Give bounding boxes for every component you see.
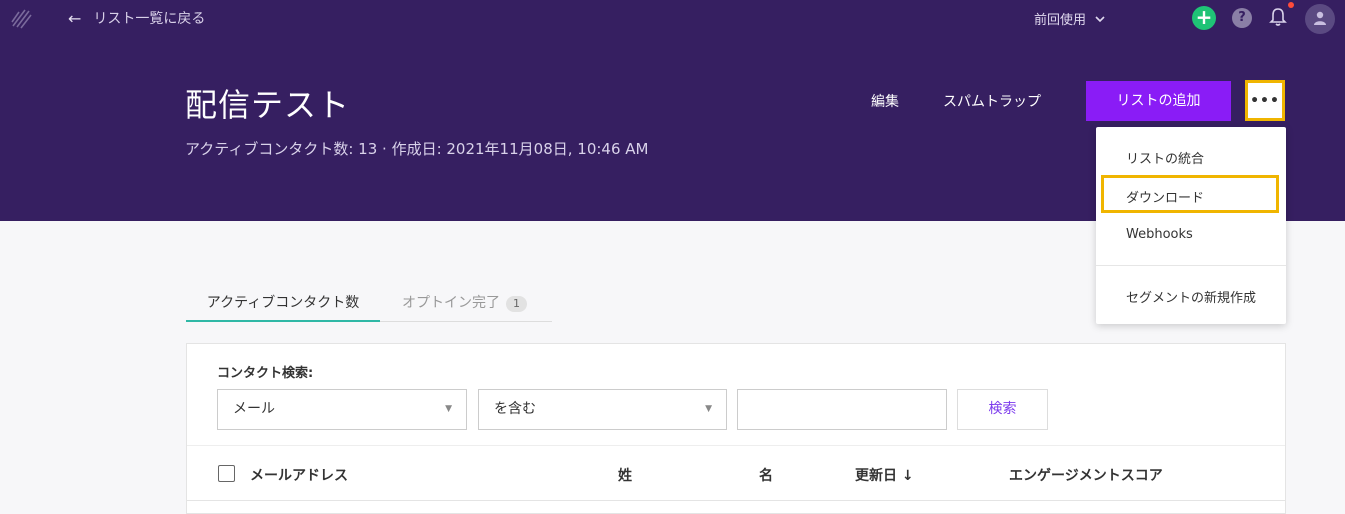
add-list-button[interactable]: リストの追加	[1086, 81, 1231, 121]
tab-count-badge: 1	[506, 296, 527, 312]
column-header-email[interactable]: メールアドレス	[250, 465, 348, 485]
tab-opt-in-complete[interactable]: オプトイン完了 1	[380, 292, 552, 322]
recently-used-dropdown[interactable]: 前回使用	[1034, 9, 1106, 28]
more-options-button[interactable]: •••	[1245, 80, 1285, 121]
more-options-menu: リストの統合 ダウンロード Webhooks セグメントの新規作成	[1096, 127, 1286, 324]
recently-used-label: 前回使用	[1034, 13, 1087, 28]
search-button[interactable]: 検索	[957, 389, 1048, 430]
logo-icon[interactable]	[10, 6, 32, 30]
caret-down-icon: ▼	[705, 404, 712, 414]
column-header-last-name[interactable]: 姓	[618, 465, 632, 485]
operator-select-value: を含む	[494, 401, 536, 417]
notification-dot	[1288, 2, 1294, 8]
field-select[interactable]: メール ▼	[217, 389, 467, 430]
contact-search-label: コンタクト検索:	[217, 366, 314, 381]
chevron-down-icon	[1095, 15, 1105, 22]
menu-item-download[interactable]: ダウンロード	[1126, 187, 1204, 206]
back-to-lists-link[interactable]: ← リスト一覧に戻る	[68, 8, 205, 28]
user-avatar[interactable]	[1305, 4, 1335, 34]
page-title: 配信テスト	[185, 86, 351, 124]
tab-active-contacts[interactable]: アクティブコンタクト数	[186, 292, 380, 322]
back-link-label: リスト一覧に戻る	[93, 11, 206, 27]
contacts-panel: コンタクト検索: メール ▼ を含む ▼ 検索 メールアドレス 姓 名 更新日 …	[186, 343, 1286, 514]
column-header-updated-date[interactable]: 更新日 ↓	[855, 465, 914, 485]
contacts-table-header: メールアドレス 姓 名 更新日 ↓ エンゲージメントスコア	[187, 445, 1285, 501]
tab-label: オプトイン完了	[402, 295, 500, 311]
user-icon	[1314, 11, 1326, 25]
help-icon[interactable]: ?	[1232, 8, 1252, 28]
edit-link[interactable]: 編集	[871, 91, 899, 111]
notification-bell-icon[interactable]	[1268, 6, 1288, 28]
tab-label: アクティブコンタクト数	[206, 295, 360, 311]
operator-select[interactable]: を含む ▼	[478, 389, 727, 430]
select-all-checkbox[interactable]	[218, 465, 235, 482]
spam-trap-link[interactable]: スパムトラップ	[943, 91, 1041, 111]
top-navigation-bar: ← リスト一覧に戻る 前回使用 + ?	[0, 0, 1345, 36]
menu-item-merge-list[interactable]: リストの統合	[1126, 148, 1204, 167]
menu-divider	[1096, 265, 1286, 266]
search-value-input[interactable]	[737, 389, 947, 430]
caret-down-icon: ▼	[445, 404, 452, 414]
field-select-value: メール	[233, 401, 275, 417]
menu-item-webhooks[interactable]: Webhooks	[1126, 227, 1193, 242]
column-header-first-name[interactable]: 名	[759, 465, 773, 485]
list-meta-info: アクティブコンタクト数: 13 · 作成日: 2021年11月08日, 10:4…	[185, 140, 649, 158]
menu-item-new-segment[interactable]: セグメントの新規作成	[1126, 287, 1256, 306]
create-plus-button[interactable]: +	[1192, 6, 1216, 30]
column-header-engagement-score[interactable]: エンゲージメントスコア	[1009, 465, 1163, 485]
arrow-left-icon: ←	[68, 8, 82, 28]
